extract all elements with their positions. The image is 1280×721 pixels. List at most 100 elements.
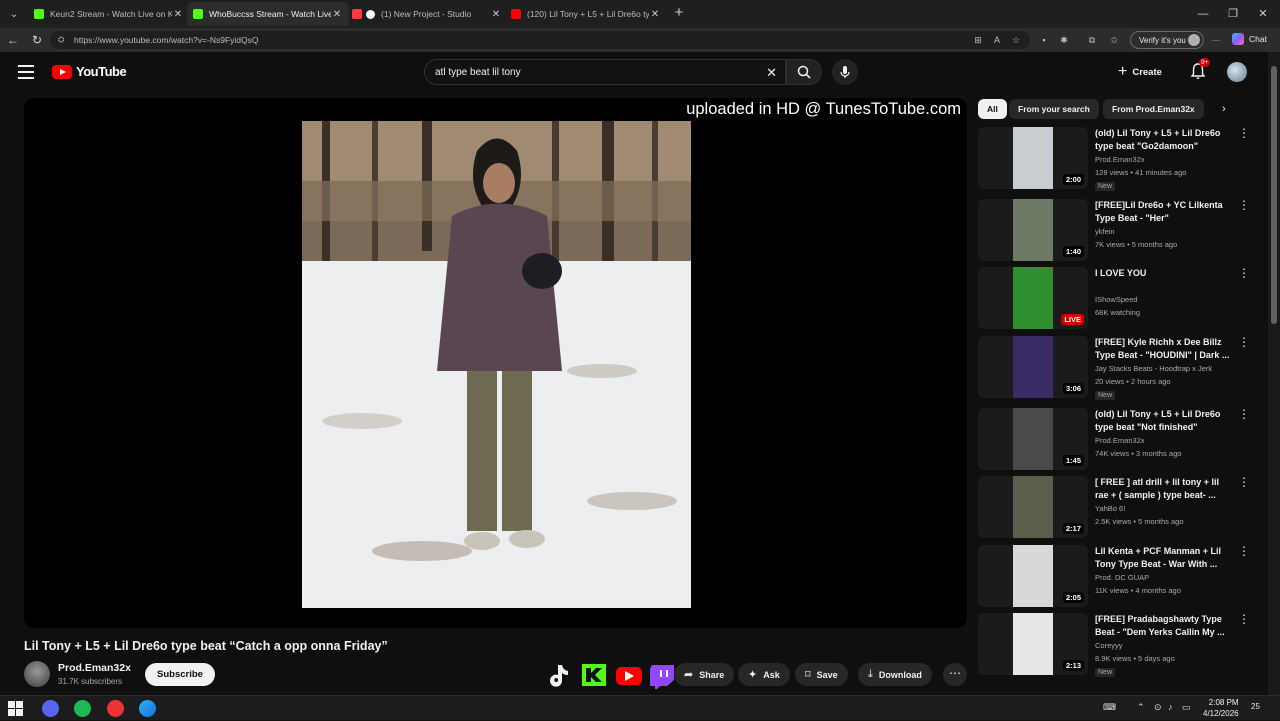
favorite-star-icon[interactable]: ☆ bbox=[1010, 34, 1022, 46]
clear-search-icon[interactable]: ✕ bbox=[766, 65, 777, 81]
notification-center-icon[interactable]: 25 bbox=[1251, 702, 1260, 711]
obs-icon[interactable] bbox=[107, 700, 124, 717]
tab-close-icon[interactable]: ✕ bbox=[490, 9, 502, 20]
recommendation-channel[interactable]: Coreyyy bbox=[1095, 641, 1123, 650]
recommendation-channel[interactable]: ykfein bbox=[1095, 227, 1115, 236]
page-scrollbar[interactable] bbox=[1268, 52, 1280, 695]
tab-close-icon[interactable]: ✕ bbox=[331, 9, 343, 20]
maximize-icon[interactable]: ❐ bbox=[1218, 4, 1248, 24]
recommendation-channel[interactable]: Prod.Eman32x bbox=[1095, 436, 1145, 445]
discord-icon[interactable] bbox=[42, 700, 59, 717]
recommendation-title[interactable]: [FREE]Lil Dre6o + YC Lilkenta Type Beat … bbox=[1095, 199, 1235, 224]
browser-tab-1[interactable]: Keun2 Stream - Watch Live on Kick ✕ bbox=[28, 2, 190, 26]
voice-search-button[interactable] bbox=[832, 59, 858, 85]
recommendation-thumbnail[interactable]: 2:05 bbox=[978, 545, 1088, 607]
recommendation-title[interactable]: (old) Lil Tony + L5 + Lil Dre6o type bea… bbox=[1095, 127, 1235, 152]
recommendation-thumbnail[interactable]: 1:40 bbox=[978, 199, 1088, 261]
chevron-right-icon[interactable]: › bbox=[1222, 103, 1226, 115]
spotify-icon[interactable] bbox=[74, 700, 91, 717]
search-button[interactable] bbox=[786, 59, 822, 85]
share-button[interactable]: ➦ Share bbox=[674, 663, 735, 686]
favorites-icon[interactable]: ✩ bbox=[1108, 34, 1120, 46]
extensions-puzzle-icon[interactable]: ✱ bbox=[1058, 34, 1070, 46]
download-button[interactable]: ⤓ Download bbox=[858, 663, 932, 686]
refresh-icon[interactable]: ↻ bbox=[29, 32, 45, 48]
account-avatar[interactable] bbox=[1227, 62, 1247, 82]
channel-name[interactable]: Prod.Eman32x bbox=[58, 662, 131, 674]
recommendation-title[interactable]: [ FREE ] atl drill + lil tony + lil rae … bbox=[1095, 476, 1235, 501]
subscribe-button[interactable]: Subscribe bbox=[145, 663, 215, 686]
recommendation-thumbnail[interactable]: 2:17 bbox=[978, 476, 1088, 538]
recommendation-item[interactable]: 2:05 Lil Kenta + PCF Manman + Lil Tony Ty… bbox=[978, 545, 1250, 609]
kebab-menu-icon[interactable]: ⋮ bbox=[1238, 336, 1250, 348]
app-install-icon[interactable]: ⊞ bbox=[972, 34, 984, 46]
url-field[interactable]: ⛭ https://www.youtube.com/watch?v=-Ns9Fy… bbox=[50, 31, 1030, 49]
recommendation-title[interactable]: [FREE] Kyle Richh x Dee Billz Type Beat … bbox=[1095, 336, 1235, 361]
site-info-icon[interactable]: ⛭ bbox=[58, 35, 68, 45]
recommendation-title[interactable]: Lil Kenta + PCF Manman + Lil Tony Type B… bbox=[1095, 545, 1235, 570]
video-player[interactable]: uploaded in HD @ TunesToTube.com bbox=[24, 98, 967, 628]
chip-from-channel[interactable]: From Prod.Eman32x bbox=[1103, 99, 1204, 119]
kebab-menu-icon[interactable]: ⋮ bbox=[1238, 267, 1250, 279]
youtube-logo[interactable]: YouTube bbox=[52, 64, 127, 79]
recommendation-thumbnail[interactable]: 2:13 bbox=[978, 613, 1088, 675]
read-aloud-icon[interactable]: A bbox=[991, 34, 1003, 46]
tab-search-chevron-icon[interactable]: ⌄ bbox=[4, 4, 24, 24]
notifications-button[interactable]: 9+ bbox=[1190, 58, 1211, 80]
browser-tab-3[interactable]: (1) New Project - Studio ✕ bbox=[346, 2, 508, 26]
kebab-menu-icon[interactable]: ⋮ bbox=[1238, 545, 1250, 557]
kebab-menu-icon[interactable]: ⋮ bbox=[1238, 199, 1250, 211]
tray-chevron-icon[interactable]: ⌃ bbox=[1137, 702, 1145, 713]
recommendation-item[interactable]: 2:17 [ FREE ] atl drill + lil tony + lil … bbox=[978, 476, 1250, 540]
recommendation-thumbnail[interactable]: 1:45 bbox=[978, 408, 1088, 470]
verify-identity-button[interactable]: Verify it's you bbox=[1130, 31, 1204, 49]
edge-browser-icon[interactable] bbox=[139, 700, 156, 717]
recommendation-thumbnail[interactable]: LIVE bbox=[978, 267, 1088, 329]
recommendation-title[interactable]: [FREE] Pradabagshawty Type Beat - "Dem Y… bbox=[1095, 613, 1235, 638]
more-actions-icon[interactable]: ⋯ bbox=[943, 663, 967, 686]
channel-avatar[interactable] bbox=[24, 661, 50, 687]
recommendation-item[interactable]: LIVE I LOVE YOU IShowSpeed 68K watching ⋮ bbox=[978, 267, 1250, 331]
recommendation-channel[interactable]: IShowSpeed bbox=[1095, 295, 1138, 304]
recommendation-item[interactable]: 2:13 [FREE] Pradabagshawty Type Beat - "D… bbox=[978, 613, 1250, 677]
recommendation-title[interactable]: I LOVE YOU bbox=[1095, 267, 1235, 280]
new-tab-button[interactable]: + bbox=[670, 4, 688, 22]
save-button[interactable]: ⌑ Save bbox=[795, 663, 848, 686]
recommendation-channel[interactable]: YahBo 6! bbox=[1095, 504, 1125, 513]
split-screen-icon[interactable]: ⧉ bbox=[1086, 34, 1098, 46]
kebab-menu-icon[interactable]: ⋮ bbox=[1238, 408, 1250, 420]
keyboard-icon[interactable]: ⌨ bbox=[1103, 702, 1116, 713]
back-icon[interactable]: ← bbox=[5, 32, 21, 48]
minimize-icon[interactable]: — bbox=[1188, 4, 1218, 24]
guide-menu-icon[interactable] bbox=[18, 65, 34, 79]
recommendation-channel[interactable]: Prod. DC GUAP bbox=[1095, 573, 1149, 582]
recommendation-item[interactable]: 1:40 [FREE]Lil Dre6o + YC Lilkenta Type B… bbox=[978, 199, 1250, 263]
recommendation-thumbnail[interactable]: 2:00 bbox=[978, 127, 1088, 189]
network-icon[interactable]: ⊙ bbox=[1154, 702, 1162, 713]
battery-icon[interactable]: ▭ bbox=[1182, 702, 1191, 713]
recommendation-item[interactable]: 1:45 (old) Lil Tony + L5 + Lil Dre6o type… bbox=[978, 408, 1250, 472]
recommendation-thumbnail[interactable]: 3:06 bbox=[978, 336, 1088, 398]
system-clock[interactable]: 2:08 PM 4/12/2026 bbox=[1203, 697, 1239, 719]
more-options-icon[interactable]: ⋯ bbox=[1210, 34, 1222, 46]
extension-icon[interactable]: ▪ bbox=[1038, 34, 1050, 46]
tab-close-icon[interactable]: ✕ bbox=[172, 9, 184, 20]
volume-icon[interactable]: ♪ bbox=[1168, 702, 1173, 712]
kebab-menu-icon[interactable]: ⋮ bbox=[1238, 476, 1250, 488]
kebab-menu-icon[interactable]: ⋮ bbox=[1238, 613, 1250, 625]
search-input[interactable]: atl type beat lil tony ✕ bbox=[424, 59, 786, 85]
browser-tab-4[interactable]: (120) Lil Tony + L5 + Lil Dre6o type bea… bbox=[505, 2, 667, 26]
recommendation-item[interactable]: 2:00 (old) Lil Tony + L5 + Lil Dre6o type… bbox=[978, 127, 1250, 191]
chip-from-your-search[interactable]: From your search bbox=[1009, 99, 1099, 119]
recommendation-item[interactable]: 3:06 [FREE] Kyle Richh x Dee Billz Type B… bbox=[978, 336, 1250, 400]
chip-all[interactable]: All bbox=[978, 99, 1007, 119]
recommendation-channel[interactable]: Jay Stacks Beats - Hoodtrap x Jerk bbox=[1095, 364, 1212, 373]
copilot-chat-button[interactable]: Chat bbox=[1232, 33, 1267, 45]
close-window-icon[interactable]: ✕ bbox=[1248, 4, 1278, 24]
windows-start-icon[interactable] bbox=[8, 701, 23, 716]
scrollbar-thumb[interactable] bbox=[1271, 66, 1277, 324]
tab-close-icon[interactable]: ✕ bbox=[649, 9, 661, 20]
ask-button[interactable]: ✦ Ask bbox=[738, 663, 790, 686]
recommendation-channel[interactable]: Prod.Eman32x bbox=[1095, 155, 1145, 164]
recommendation-title[interactable]: (old) Lil Tony + L5 + Lil Dre6o type bea… bbox=[1095, 408, 1235, 433]
